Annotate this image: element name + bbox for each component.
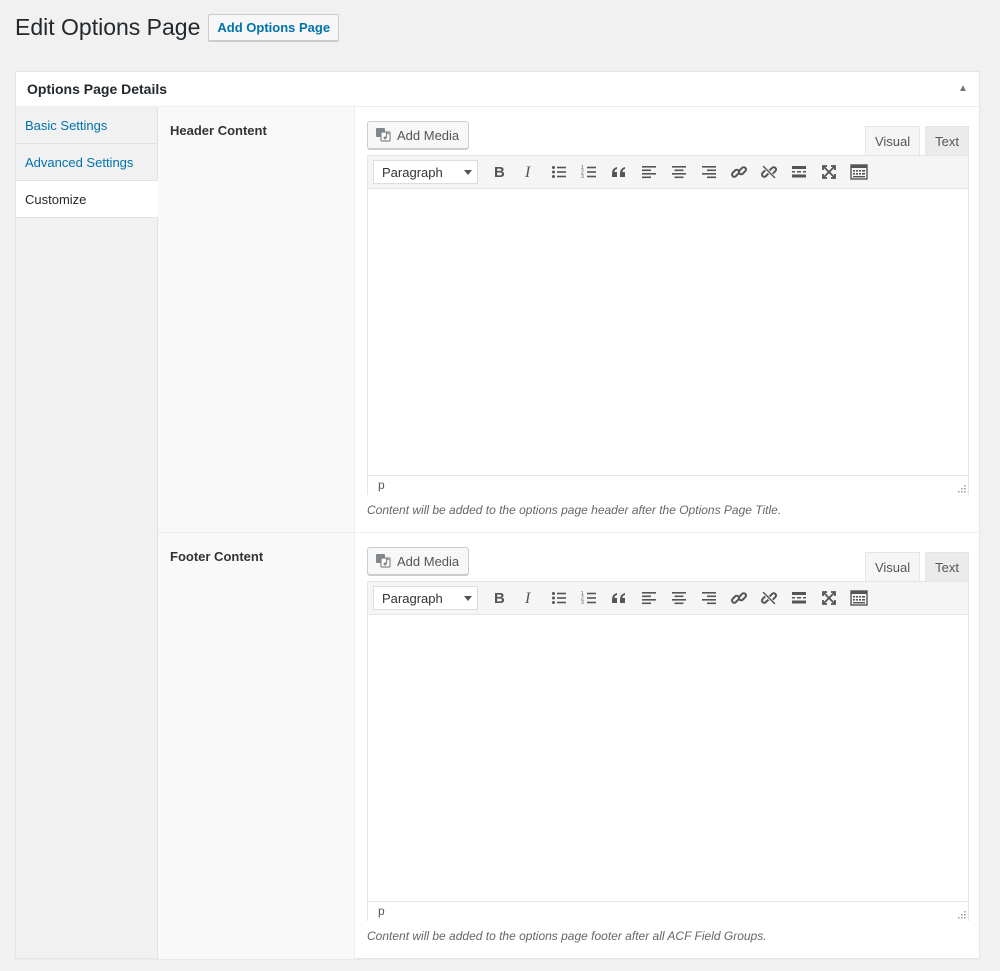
collapse-toggle-icon[interactable]: ▲ — [957, 83, 969, 95]
field-label-column: Header Content — [158, 107, 355, 532]
add-media-label: Add Media — [397, 553, 460, 569]
fullscreen-icon[interactable] — [814, 585, 844, 611]
read-more-icon[interactable] — [784, 159, 814, 185]
numbered-list-icon[interactable]: 123 — [574, 585, 604, 611]
editor-status-bar: p — [368, 901, 968, 921]
field-label-column: Footer Content — [158, 533, 355, 959]
italic-icon[interactable]: I — [514, 585, 544, 611]
chevron-down-icon — [464, 170, 472, 175]
add-media-button[interactable]: Add Media — [367, 547, 470, 575]
align-right-icon[interactable] — [694, 585, 724, 611]
media-icon — [376, 128, 391, 142]
numbered-list-icon[interactable]: 123 — [574, 159, 604, 185]
add-media-button[interactable]: Add Media — [367, 121, 470, 149]
svg-text:I: I — [524, 164, 531, 180]
fullscreen-icon[interactable] — [814, 159, 844, 185]
tab-basic-settings[interactable]: Basic Settings — [16, 107, 157, 144]
format-select-value: Paragraph — [382, 590, 443, 606]
svg-text:B: B — [494, 590, 505, 606]
element-path[interactable]: p — [378, 904, 385, 918]
page-title: Edit Options Page — [15, 13, 201, 40]
options-page-details-box: Options Page Details ▲ Basic Settings Ad… — [15, 71, 980, 959]
field-header-content: Header Content Add Media Visual Text Par… — [158, 107, 980, 533]
unlink-icon[interactable] — [754, 585, 784, 611]
chevron-down-icon — [464, 596, 472, 601]
align-left-icon[interactable] — [634, 585, 664, 611]
svg-text:3: 3 — [581, 600, 584, 606]
bullet-list-icon[interactable] — [544, 585, 574, 611]
tab-customize[interactable]: Customize — [16, 181, 159, 218]
blockquote-icon[interactable] — [604, 585, 634, 611]
tab-advanced-settings[interactable]: Advanced Settings — [16, 144, 157, 181]
format-select[interactable]: Paragraph — [373, 160, 478, 184]
align-right-icon[interactable] — [694, 159, 724, 185]
link-icon[interactable] — [724, 585, 754, 611]
bold-icon[interactable]: B — [484, 585, 514, 611]
italic-icon[interactable]: I — [514, 159, 544, 185]
editor-box: Paragraph B I 123 p — [367, 155, 969, 495]
field-label: Header Content — [170, 123, 267, 138]
page-header: Edit Options Page Add Options Page — [15, 12, 340, 42]
field-label: Footer Content — [170, 549, 264, 564]
resize-handle-icon[interactable] — [957, 910, 966, 919]
visual-tab[interactable]: Visual — [864, 552, 921, 581]
link-icon[interactable] — [724, 159, 754, 185]
align-center-icon[interactable] — [664, 159, 694, 185]
postbox-header: Options Page Details ▲ — [16, 72, 979, 107]
editor-toolbar: Paragraph B I 123 — [368, 582, 968, 615]
toolbar-toggle-icon[interactable] — [844, 585, 874, 611]
add-media-label: Add Media — [397, 127, 460, 143]
unlink-icon[interactable] — [754, 159, 784, 185]
bold-icon[interactable]: B — [484, 159, 514, 185]
text-tab[interactable]: Text — [925, 552, 969, 581]
editor-content-area[interactable] — [368, 189, 968, 475]
align-left-icon[interactable] — [634, 159, 664, 185]
visual-tab[interactable]: Visual — [864, 126, 921, 155]
resize-handle-icon[interactable] — [957, 484, 966, 493]
add-options-page-button[interactable]: Add Options Page — [208, 13, 340, 41]
settings-tabs: Basic Settings Advanced Settings Customi… — [16, 107, 159, 958]
postbox-title: Options Page Details — [27, 81, 168, 97]
svg-text:3: 3 — [581, 174, 584, 180]
svg-text:I: I — [524, 590, 531, 606]
read-more-icon[interactable] — [784, 585, 814, 611]
svg-text:B: B — [494, 164, 505, 180]
editor-box: Paragraph B I 123 p — [367, 581, 969, 921]
element-path[interactable]: p — [378, 478, 385, 492]
text-tab[interactable]: Text — [925, 126, 969, 155]
blockquote-icon[interactable] — [604, 159, 634, 185]
align-center-icon[interactable] — [664, 585, 694, 611]
bullet-list-icon[interactable] — [544, 159, 574, 185]
editor-mode-tabs: Visual Text — [860, 126, 969, 155]
field-instructions: Content will be added to the options pag… — [367, 503, 782, 517]
field-instructions: Content will be added to the options pag… — [367, 929, 767, 943]
editor-content-area[interactable] — [368, 615, 968, 901]
media-icon — [376, 554, 391, 568]
format-select[interactable]: Paragraph — [373, 586, 478, 610]
editor-status-bar: p — [368, 475, 968, 495]
format-select-value: Paragraph — [382, 164, 443, 180]
editor-toolbar: Paragraph B I 123 — [368, 156, 968, 189]
toolbar-toggle-icon[interactable] — [844, 159, 874, 185]
editor-mode-tabs: Visual Text — [860, 552, 969, 581]
field-footer-content: Footer Content Add Media Visual Text Par… — [158, 533, 980, 959]
